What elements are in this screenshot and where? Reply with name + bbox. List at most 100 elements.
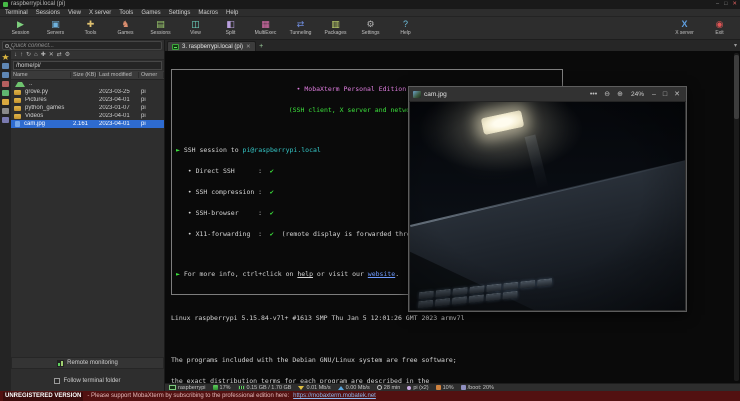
website-link[interactable]: website (368, 270, 395, 278)
zoom-out-button[interactable]: ⊖ (602, 87, 612, 102)
terminal-tabbar: 3. raspberrypi.local (pi) ✕ + ▾ (165, 40, 740, 51)
ram-icon (238, 385, 245, 390)
main-toolbar: ▶ Session ▣ Servers ✚ Tools ♞ Games ▤ Se… (0, 17, 740, 40)
download-icon[interactable]: ↓ (14, 51, 17, 60)
sftp-folder-icon[interactable] (2, 99, 9, 105)
toolbar-view-button[interactable]: ◫ View (178, 18, 213, 36)
new-folder-icon[interactable]: ✚ (41, 51, 46, 60)
window-title: raspberrypi.local (pi) (11, 0, 713, 9)
follow-terminal-folder[interactable]: Follow terminal folder (11, 375, 164, 387)
session-shortcut-icon[interactable] (2, 72, 9, 78)
clock-icon (377, 385, 382, 390)
tab-close-icon[interactable]: ✕ (246, 44, 251, 50)
quick-connect-bar (0, 40, 165, 51)
file-row[interactable]: Videos 2023-04-01 pi (11, 112, 164, 120)
plugins-icon[interactable] (2, 117, 9, 123)
tab-raspberrypi[interactable]: 3. raspberrypi.local (pi) ✕ (167, 41, 256, 51)
file-row[interactable]: .. (11, 80, 164, 88)
column-size[interactable]: Size (KB) (71, 72, 97, 78)
settings-gear-icon: ⚙ (366, 18, 374, 30)
sftp-path-input[interactable]: /home/pi/ (13, 61, 162, 70)
cpu-icon (213, 385, 218, 390)
footer-link[interactable]: https://mobaxterm.mobatek.net (293, 393, 376, 399)
menu-view[interactable]: View (68, 9, 81, 17)
menu-settings[interactable]: Settings (169, 9, 191, 17)
file-row[interactable]: python_games 2023-01-07 pi (11, 104, 164, 112)
upload-icon[interactable]: ↑ (20, 51, 23, 60)
users-icon (407, 386, 411, 390)
menu-help[interactable]: Help (226, 9, 238, 17)
file-table-header: Name Size (KB) Last modified Owner (11, 71, 164, 80)
scrollbar-thumb[interactable] (734, 55, 739, 119)
servers-icon: ▣ (51, 18, 60, 30)
home-icon[interactable]: ⌂ (34, 51, 38, 60)
refresh-icon[interactable]: ↻ (26, 51, 31, 60)
menu-games[interactable]: Games (141, 9, 160, 17)
macros-icon[interactable] (2, 108, 9, 114)
toolbar-exit-button[interactable]: ◉ Exit (702, 18, 737, 36)
sessions-list-icon: ▤ (156, 18, 165, 30)
view-icon: ◫ (191, 18, 200, 30)
cam-photo-canvas[interactable] (410, 102, 685, 310)
remote-monitoring-button[interactable]: Remote monitoring (11, 357, 164, 369)
help-icon: ? (403, 18, 408, 30)
terminal-tab-icon (172, 44, 179, 50)
viewer-maximize-button[interactable]: □ (661, 87, 669, 102)
tab-list-button[interactable]: ▾ (734, 42, 737, 49)
toolbar-settings-button[interactable]: ⚙ Settings (353, 18, 388, 36)
viewer-close-button[interactable]: ✕ (672, 87, 682, 102)
terminal-text-line: The programs included with the Debian GN… (171, 357, 740, 364)
window-close-button[interactable]: ✕ (732, 0, 737, 9)
viewer-titlebar[interactable]: cam.jpg ••• ⊖ ⊕ 24% – □ ✕ (409, 87, 686, 102)
menu-macros[interactable]: Macros (198, 9, 218, 17)
menu-sessions[interactable]: Sessions (36, 9, 60, 17)
toolbar-xserver-button[interactable]: X X server (667, 18, 702, 36)
photo-vignette (410, 102, 685, 310)
parent-dir-icon (15, 82, 25, 87)
zoom-in-button[interactable]: ⊕ (615, 87, 625, 102)
column-modified[interactable]: Last modified (97, 72, 139, 78)
folder-icon (14, 106, 21, 111)
viewer-minimize-button[interactable]: – (650, 87, 658, 102)
toolbar-help-button[interactable]: ? Help (388, 18, 423, 36)
toolbar-session-button[interactable]: ▶ Session (3, 18, 38, 36)
window-maximize-button[interactable]: □ (724, 0, 727, 9)
file-row[interactable]: grove.py 2023-03-25 pi (11, 88, 164, 96)
toolbar-multiexec-button[interactable]: ▦ MultiExec (248, 18, 283, 36)
toolbar-packages-button[interactable]: ▥ Packages (318, 18, 353, 36)
sidebar-tab-strip (0, 51, 11, 391)
column-owner[interactable]: Owner (139, 72, 164, 78)
viewer-menu-button[interactable]: ••• (588, 87, 599, 102)
quick-connect-input[interactable] (11, 43, 159, 49)
column-name[interactable]: Name (11, 72, 71, 78)
file-row-selected[interactable]: cam.jpg 2.161 2023-04-01 pi (11, 120, 164, 128)
menu-terminal[interactable]: Terminal (5, 9, 28, 17)
sftp-settings-icon[interactable]: ⚙ (65, 51, 70, 60)
checkbox-icon[interactable] (54, 378, 60, 384)
download-arrow-icon (298, 386, 304, 390)
toolbar-servers-button[interactable]: ▣ Servers (38, 18, 73, 36)
sftp-browser: ↓ ↑ ↻ ⌂ ✚ ✕ ⇄ ⚙ /home/pi/ Name Size (KB)… (11, 51, 164, 181)
exit-power-icon: ◉ (716, 18, 724, 30)
new-tab-button[interactable]: + (256, 41, 267, 51)
file-row[interactable]: Pictures 2023-04-01 pi (11, 96, 164, 104)
session-shortcut-icon[interactable] (2, 90, 9, 96)
sessions-star-icon[interactable] (2, 54, 9, 60)
toolbar-tunneling-button[interactable]: ⇄ Tunneling (283, 18, 318, 36)
window-minimize-button[interactable]: – (716, 0, 719, 9)
terminal-scrollbar[interactable] (734, 53, 739, 381)
delete-icon[interactable]: ✕ (49, 51, 54, 60)
toolbar-sessions-button[interactable]: ▤ Sessions (143, 18, 178, 36)
terminal-text-line (171, 336, 740, 343)
remote-monitoring-bar: raspberrypi 17% 0.15 GB / 1.70 GB 0.01 M… (165, 383, 740, 391)
toolbar-tools-button[interactable]: ✚ Tools (73, 18, 108, 36)
menu-tools[interactable]: Tools (119, 9, 133, 17)
packages-icon: ▥ (331, 18, 340, 30)
toolbar-split-button[interactable]: ◧ Split (213, 18, 248, 36)
menu-xserver[interactable]: X server (89, 9, 111, 17)
sync-icon[interactable]: ⇄ (57, 51, 62, 60)
session-shortcut-icon[interactable] (2, 81, 9, 87)
image-file-icon (15, 121, 20, 127)
toolbar-games-button[interactable]: ♞ Games (108, 18, 143, 36)
session-shortcut-icon[interactable] (2, 63, 9, 69)
